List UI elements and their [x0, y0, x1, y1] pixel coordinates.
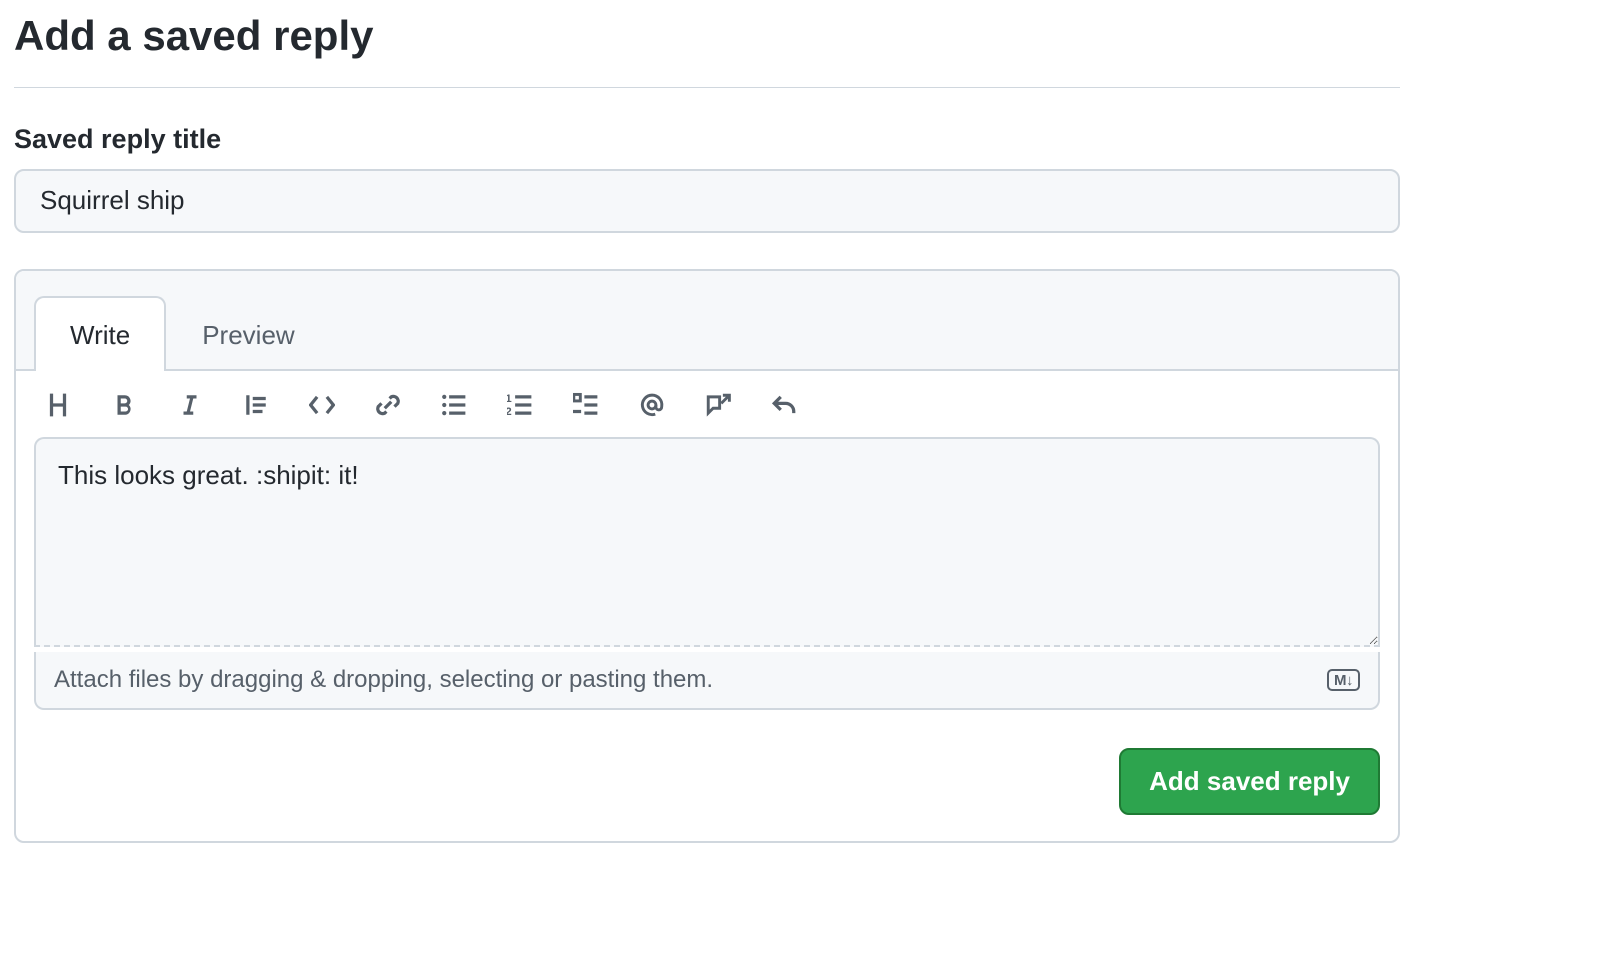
link-icon[interactable] — [372, 389, 404, 421]
bold-icon[interactable] — [108, 389, 140, 421]
italic-icon[interactable] — [174, 389, 206, 421]
page-title: Add a saved reply — [14, 10, 1400, 63]
ordered-list-icon[interactable]: 12 — [504, 389, 536, 421]
svg-text:1: 1 — [507, 392, 512, 404]
mention-icon[interactable] — [636, 389, 668, 421]
title-input[interactable] — [14, 169, 1400, 233]
cross-reference-icon[interactable] — [702, 389, 734, 421]
editor-toolbar: 12 — [16, 371, 1398, 429]
tab-preview[interactable]: Preview — [166, 296, 330, 371]
attach-hint: Attach files by dragging & dropping, sel… — [54, 666, 713, 694]
divider — [14, 87, 1400, 88]
svg-text:2: 2 — [507, 405, 512, 417]
markdown-icon[interactable]: M↓ — [1327, 669, 1360, 691]
add-saved-reply-button[interactable]: Add saved reply — [1119, 748, 1380, 815]
unordered-list-icon[interactable] — [438, 389, 470, 421]
title-label: Saved reply title — [14, 124, 1400, 155]
body-textarea[interactable] — [34, 437, 1380, 647]
editor-card: Write Preview — [14, 269, 1400, 843]
task-list-icon[interactable] — [570, 389, 602, 421]
attach-files-dropzone[interactable]: Attach files by dragging & dropping, sel… — [34, 652, 1380, 710]
quote-icon[interactable] — [240, 389, 272, 421]
editor-tabs: Write Preview — [16, 271, 1398, 371]
code-icon[interactable] — [306, 389, 338, 421]
reply-icon[interactable] — [768, 389, 800, 421]
heading-icon[interactable] — [42, 389, 74, 421]
tab-write[interactable]: Write — [34, 296, 166, 371]
